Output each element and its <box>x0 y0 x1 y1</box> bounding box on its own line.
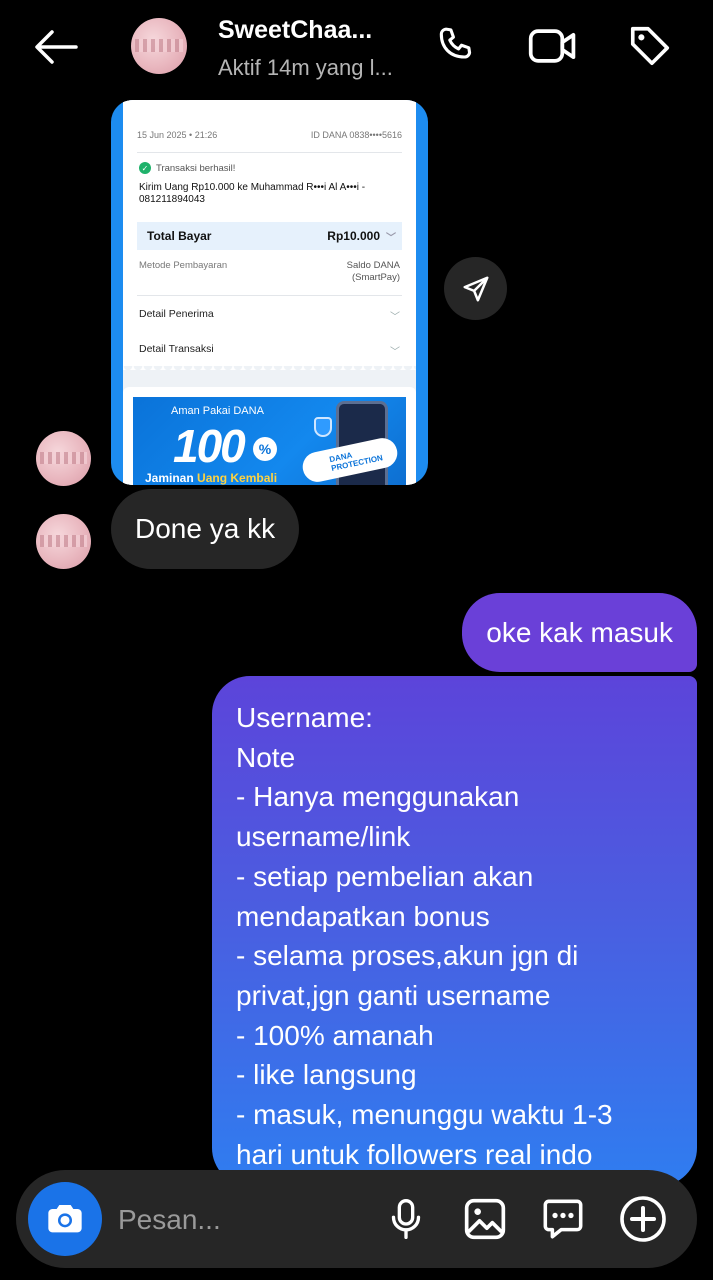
receipt-zigzag-edge <box>123 366 416 374</box>
message-line: mendapatkan bonus <box>236 900 490 932</box>
tag-button[interactable] <box>624 20 676 72</box>
message-line: Note <box>236 741 296 773</box>
receipt-detail-recipient-row: Detail Penerima ﹀ <box>139 308 400 323</box>
message-line: hari untuk followers real indo <box>236 1138 593 1170</box>
receipt-total-label: Total Bayar <box>147 229 212 243</box>
chevron-down-icon: ﹀ <box>390 312 400 323</box>
microphone-icon <box>391 1199 421 1239</box>
message-line: - 100% amanah <box>236 1019 434 1051</box>
receipt-screenshot: 15 Jun 2025 • 21:26 ID DANA 0838••••5616… <box>123 100 416 485</box>
receipt-image-message[interactable]: 15 Jun 2025 • 21:26 ID DANA 0838••••5616… <box>111 100 428 485</box>
receipt-method-value: Saldo DANA (SmartPay) <box>347 260 400 284</box>
banner-bottom-a: Jaminan <box>145 471 198 485</box>
video-icon <box>528 29 576 63</box>
receipt-method-value-2: (SmartPay) <box>351 272 400 283</box>
camera-icon <box>48 1205 82 1233</box>
banner-percent: % <box>253 437 277 461</box>
more-options-button[interactable] <box>618 1194 668 1244</box>
outgoing-message[interactable]: Username: Note - Hanya menggunakan usern… <box>212 676 697 1186</box>
divider <box>137 295 402 296</box>
back-arrow-icon <box>35 30 78 64</box>
receipt-top-row: 15 Jun 2025 • 21:26 ID DANA 0838••••5616 <box>137 130 402 140</box>
banner-big-number: 100 <box>173 420 246 472</box>
send-icon <box>463 276 488 301</box>
camera-button[interactable] <box>28 1182 102 1256</box>
banner-bottom-b: Uang Kembali <box>197 471 278 485</box>
receipt-status-text: Transaksi berhasil! <box>156 162 236 174</box>
plus-icon <box>620 1196 666 1242</box>
contact-name[interactable]: SweetChaa... <box>218 16 372 45</box>
receipt-detail-transaction: Detail Transaksi <box>139 343 214 355</box>
receipt-description: Kirim Uang Rp10.000 ke Muhammad R•••i Al… <box>139 182 366 205</box>
receipt-total-value: Rp10.000 <box>327 229 380 243</box>
receipt-method-label: Metode Pembayaran <box>139 260 228 271</box>
message-line: - masuk, menunggu waktu 1-3 <box>236 1099 613 1131</box>
message-line: - like langsung <box>236 1059 417 1091</box>
divider <box>137 152 402 153</box>
phone-icon <box>439 27 472 59</box>
message-composer <box>16 1170 697 1268</box>
chevron-down-icon: ﹀ <box>386 233 396 244</box>
message-line: - setiap pembelian akan <box>236 860 534 892</box>
message-input[interactable] <box>118 1200 378 1240</box>
receipt-banner-wrap: Aman Pakai DANA 100 % Jaminan Uang Kemba… <box>123 387 416 485</box>
receipt-status: ✓ Transaksi berhasil! <box>139 162 235 174</box>
message-line: Username: <box>236 702 373 733</box>
tag-icon <box>630 26 670 66</box>
receipt-detail-recipient: Detail Penerima <box>139 308 214 320</box>
receipt-date: 15 Jun 2025 • 21:26 <box>137 130 218 140</box>
sender-avatar[interactable] <box>36 514 91 569</box>
receipt-card: 15 Jun 2025 • 21:26 ID DANA 0838••••5616… <box>123 100 416 370</box>
sender-avatar[interactable] <box>36 431 91 486</box>
receipt-total-row: Total Bayar Rp10.000 ﹀ <box>137 222 402 250</box>
dana-promo-banner: Aman Pakai DANA 100 % Jaminan Uang Kemba… <box>133 397 406 485</box>
voice-message-button[interactable] <box>381 1194 431 1244</box>
banner-bottom-text: Jaminan Uang Kembali <box>145 471 277 485</box>
share-button[interactable] <box>444 257 507 320</box>
gallery-icon <box>464 1198 506 1240</box>
message-line: - selama proses,akun jgn di <box>236 940 579 972</box>
chevron-down-icon: ﹀ <box>390 347 400 358</box>
receipt-account-id: ID DANA 0838••••5616 <box>310 130 402 140</box>
receipt-method-value-1: Saldo DANA <box>346 260 400 271</box>
voice-call-button[interactable] <box>430 20 482 72</box>
shield-icon <box>314 417 332 437</box>
message-line: username/link <box>236 821 411 853</box>
contact-avatar[interactable] <box>131 18 187 74</box>
video-call-button[interactable] <box>527 20 579 72</box>
receipt-detail-transaction-row: Detail Transaksi ﹀ <box>139 343 400 358</box>
incoming-message[interactable]: Done ya kk <box>111 489 300 569</box>
check-icon: ✓ <box>139 162 151 174</box>
sticker-icon <box>543 1199 583 1239</box>
banner-top-text: Aman Pakai DANA <box>171 405 264 417</box>
back-button[interactable] <box>28 24 82 70</box>
sticker-button[interactable] <box>538 1194 588 1244</box>
contact-status: Aktif 14m yang l... <box>218 55 393 80</box>
message-line: - Hanya menggunakan <box>236 781 520 813</box>
gallery-button[interactable] <box>460 1194 510 1244</box>
outgoing-message[interactable]: oke kak masuk <box>462 593 697 672</box>
chat-header: SweetChaa... Aktif 14m yang l... <box>0 0 713 96</box>
message-line: privat,jgn ganti username <box>236 979 551 1011</box>
